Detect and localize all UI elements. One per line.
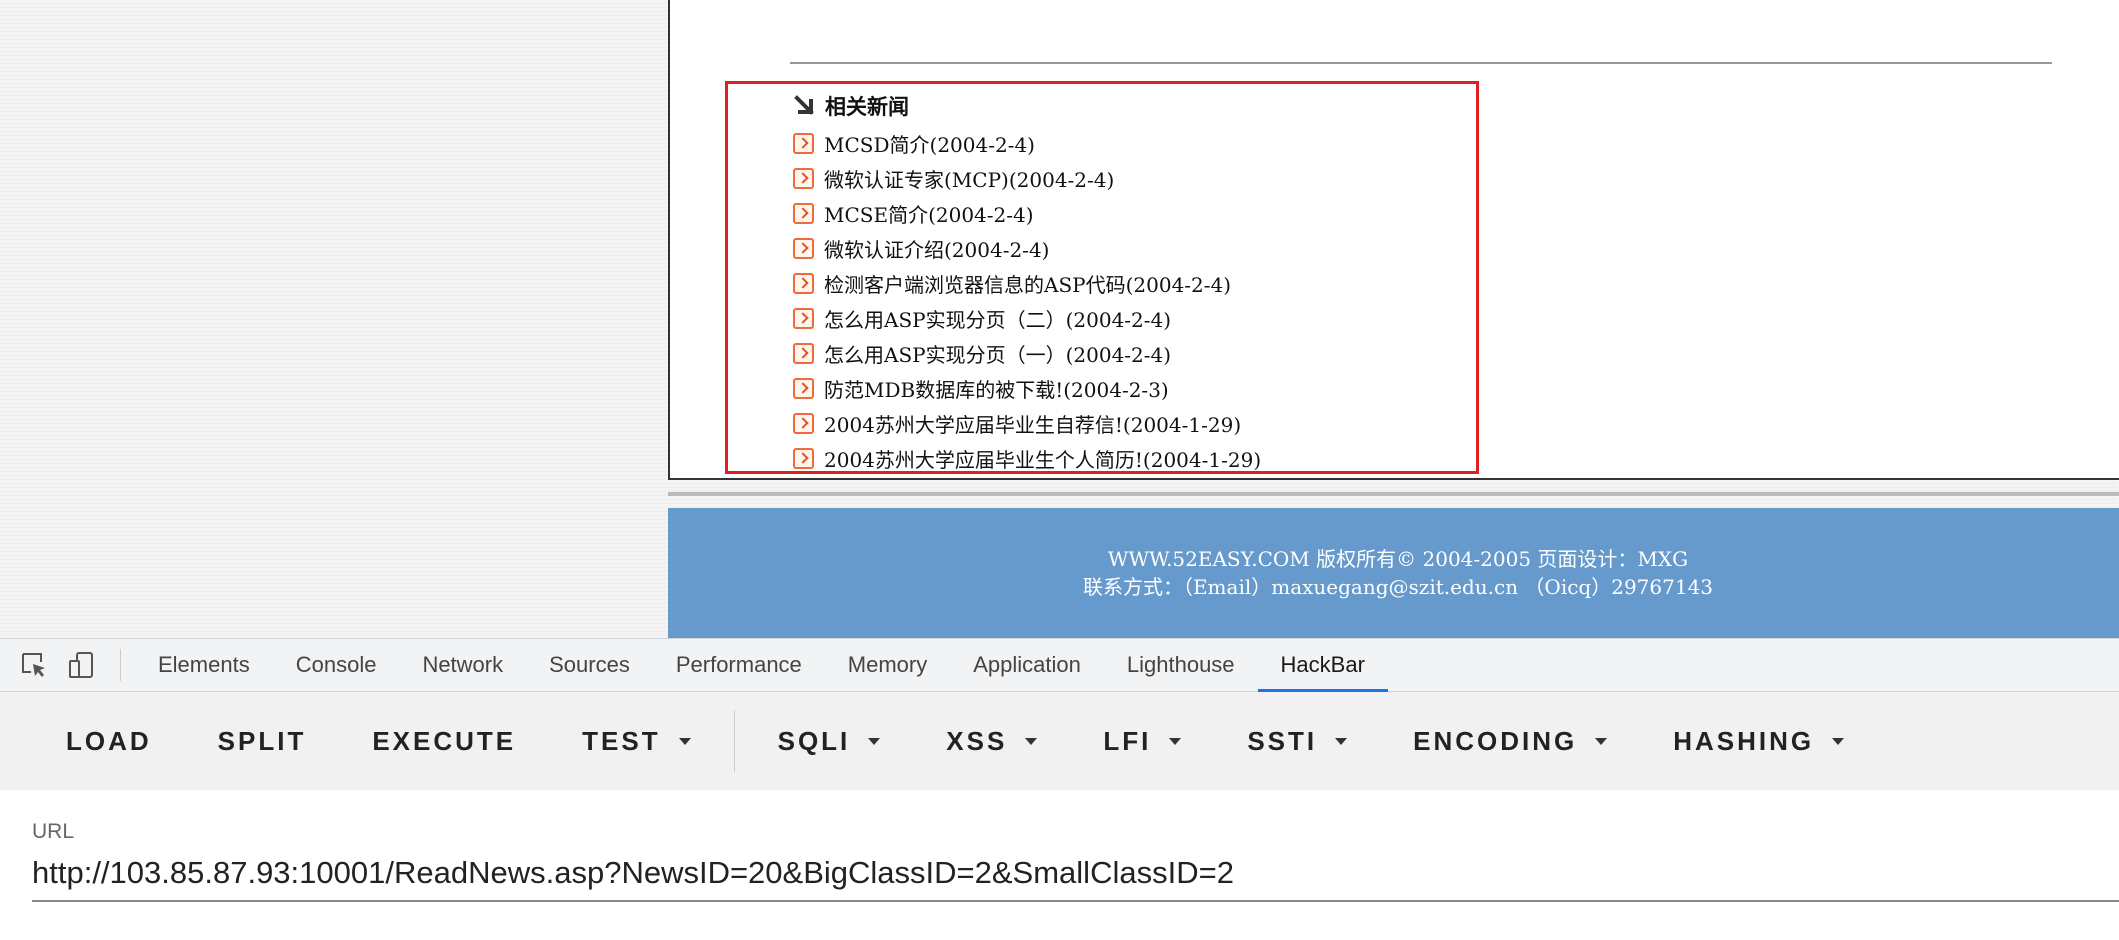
split-button[interactable]: SPLIT — [185, 692, 340, 790]
tab-elements[interactable]: Elements — [135, 639, 273, 691]
caret-down-icon — [678, 737, 691, 745]
caret-down-icon — [1169, 737, 1182, 745]
ssti-button-label: SSTI — [1247, 725, 1318, 756]
encoding-dropdown-button[interactable]: ENCODING — [1380, 692, 1640, 790]
tab-console[interactable]: Console — [273, 639, 400, 691]
sqli-button-label: SQLI — [777, 725, 851, 756]
bullet-arrow-icon — [793, 238, 814, 259]
bullet-arrow-icon — [793, 133, 814, 154]
news-link[interactable]: MCSD简介(2004-2-4) — [793, 126, 1261, 161]
article-content-box: 相关新闻 MCSD简介(2004-2-4) 微软认证专家(MCP)(2004-2… — [668, 0, 2119, 480]
caret-down-icon — [868, 737, 881, 745]
tab-performance[interactable]: Performance — [653, 639, 825, 691]
news-link-text[interactable]: 2004苏州大学应届毕业生个人简历!(2004-1-29) — [824, 444, 1261, 473]
news-link[interactable]: 2004苏州大学应届毕业生个人简历!(2004-1-29) — [793, 441, 1261, 476]
separator-strip — [668, 492, 2119, 496]
devtools-tab-bar: Elements Console Network Sources Perform… — [0, 638, 2119, 692]
bullet-arrow-icon — [793, 308, 814, 329]
news-link[interactable]: 怎么用ASP实现分页（一）(2004-2-4) — [793, 336, 1261, 371]
news-link[interactable]: 2004苏州大学应届毕业生自荐信!(2004-1-29) — [793, 406, 1261, 441]
related-news-heading: 相关新闻 — [793, 91, 909, 121]
related-news-highlight: 相关新闻 MCSD简介(2004-2-4) 微软认证专家(MCP)(2004-2… — [725, 81, 1479, 474]
execute-button[interactable]: EXECUTE — [339, 692, 549, 790]
execute-button-label: EXECUTE — [372, 725, 517, 756]
hashing-dropdown-button[interactable]: HASHING — [1640, 692, 1877, 790]
split-button-label: SPLIT — [217, 725, 307, 756]
test-button-label: TEST — [582, 725, 661, 756]
news-link-text[interactable]: MCSE简介(2004-2-4) — [824, 199, 1034, 228]
bullet-arrow-icon — [793, 378, 814, 399]
tab-lighthouse[interactable]: Lighthouse — [1104, 639, 1258, 691]
news-link-text[interactable]: 微软认证介绍(2004-2-4) — [824, 234, 1049, 263]
news-link[interactable]: 防范MDB数据库的被下载!(2004-2-3) — [793, 371, 1261, 406]
related-news-title: 相关新闻 — [825, 94, 909, 119]
related-news-list: MCSD简介(2004-2-4) 微软认证专家(MCP)(2004-2-4) M… — [793, 126, 1261, 476]
news-link-text[interactable]: 2004苏州大学应届毕业生自荐信!(2004-1-29) — [824, 409, 1241, 438]
caret-down-icon — [1832, 737, 1845, 745]
news-link[interactable]: 微软认证介绍(2004-2-4) — [793, 231, 1261, 266]
divider-line — [790, 62, 2052, 64]
xss-button-label: XSS — [946, 725, 1008, 756]
url-label: URL — [32, 820, 75, 843]
xss-dropdown-button[interactable]: XSS — [913, 692, 1070, 790]
caret-down-icon — [1595, 737, 1608, 745]
bullet-arrow-icon — [793, 203, 814, 224]
hashing-button-label: HASHING — [1673, 725, 1815, 756]
web-page-viewport: 相关新闻 MCSD简介(2004-2-4) 微软认证专家(MCP)(2004-2… — [0, 0, 2119, 638]
url-section: URL — [0, 790, 2119, 940]
test-dropdown-button[interactable]: TEST — [549, 692, 723, 790]
bullet-arrow-icon — [793, 448, 814, 469]
news-link-text[interactable]: 微软认证专家(MCP)(2004-2-4) — [824, 164, 1114, 193]
tab-memory[interactable]: Memory — [825, 639, 950, 691]
page-footer: WWW.52EASY.COM 版权所有© 2004-2005 页面设计：MXG … — [668, 508, 2119, 638]
load-button-label: LOAD — [66, 725, 152, 756]
toolbar-divider — [733, 710, 735, 772]
footer-contact: 联系方式：（Email）maxuegang@szit.edu.cn （Oicq）… — [1082, 575, 1714, 599]
load-button[interactable]: LOAD — [0, 692, 185, 790]
lfi-dropdown-button[interactable]: LFI — [1070, 692, 1214, 790]
news-link-text[interactable]: 防范MDB数据库的被下载!(2004-2-3) — [824, 374, 1169, 403]
bullet-arrow-icon — [793, 343, 814, 364]
news-link[interactable]: 微软认证专家(MCP)(2004-2-4) — [793, 161, 1261, 196]
lfi-button-label: LFI — [1103, 725, 1152, 756]
tab-hackbar[interactable]: HackBar — [1257, 639, 1389, 692]
caret-down-icon — [1025, 737, 1038, 745]
encoding-button-label: ENCODING — [1413, 725, 1578, 756]
inspect-element-icon[interactable] — [10, 639, 58, 691]
toolbar-divider — [120, 649, 121, 681]
url-input[interactable] — [32, 846, 2119, 902]
tab-sources[interactable]: Sources — [526, 639, 653, 691]
footer-copyright: WWW.52EASY.COM 版权所有© 2004-2005 页面设计：MXG — [1107, 547, 1689, 571]
tab-application[interactable]: Application — [950, 639, 1104, 691]
caret-down-icon — [1335, 737, 1348, 745]
news-link-text[interactable]: 检测客户端浏览器信息的ASP代码(2004-2-4) — [824, 269, 1231, 298]
bullet-arrow-icon — [793, 413, 814, 434]
arrow-down-right-icon — [793, 94, 817, 118]
sqli-dropdown-button[interactable]: SQLI — [745, 692, 914, 790]
bullet-arrow-icon — [793, 273, 814, 294]
ssti-dropdown-button[interactable]: SSTI — [1214, 692, 1380, 790]
news-link[interactable]: 检测客户端浏览器信息的ASP代码(2004-2-4) — [793, 266, 1261, 301]
news-link[interactable]: MCSE简介(2004-2-4) — [793, 196, 1261, 231]
tab-network[interactable]: Network — [399, 639, 526, 691]
news-link-text[interactable]: MCSD简介(2004-2-4) — [824, 129, 1035, 158]
bullet-arrow-icon — [793, 168, 814, 189]
news-link[interactable]: 怎么用ASP实现分页（二）(2004-2-4) — [793, 301, 1261, 336]
news-link-text[interactable]: 怎么用ASP实现分页（二）(2004-2-4) — [824, 304, 1171, 333]
device-toolbar-icon[interactable] — [58, 639, 106, 691]
hackbar-toolbar: LOAD SPLIT EXECUTE TEST SQLI XSS LFI SST… — [0, 692, 2119, 790]
news-link-text[interactable]: 怎么用ASP实现分页（一）(2004-2-4) — [824, 339, 1171, 368]
